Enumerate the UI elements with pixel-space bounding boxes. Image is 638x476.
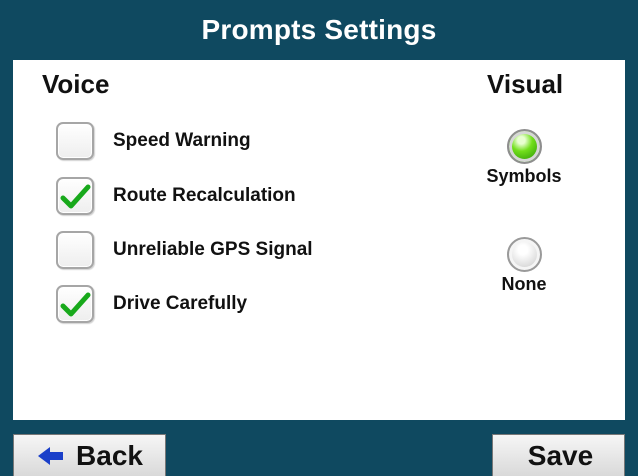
save-button-label: Save: [527, 439, 594, 471]
page-title: Prompts Settings: [201, 14, 437, 45]
save-button[interactable]: Save: [492, 434, 625, 476]
symbols-radio-button[interactable]: [506, 129, 542, 164]
symbols-label: Symbols: [486, 166, 562, 186]
checkmark-icon: [60, 184, 91, 208]
none-radio-button[interactable]: [506, 237, 542, 272]
checkmark-icon: [60, 292, 91, 316]
drive-carefully-label: Drive Carefully: [113, 292, 248, 314]
prompts-settings-screen: Prompts Settings Voice Visual Speed Warn…: [0, 0, 638, 476]
left-arrow-icon: [38, 446, 64, 465]
drive-carefully-option[interactable]: Drive Carefully: [56, 281, 247, 326]
speed-warning-option[interactable]: Speed Warning: [56, 118, 251, 163]
voice-section-title: Voice: [42, 69, 110, 99]
unreliable-gps-signal-checkbox[interactable]: [56, 230, 94, 269]
unreliable-gps-signal-label: Unreliable GPS Signal: [113, 238, 313, 260]
visual-section-title: Visual: [487, 69, 564, 99]
speed-warning-checkbox[interactable]: [56, 121, 94, 160]
none-label: None: [501, 274, 547, 294]
none-radio-option[interactable]: None: [475, 237, 573, 295]
route-recalculation-checkbox[interactable]: [56, 176, 94, 215]
speed-warning-label: Speed Warning: [113, 129, 251, 151]
route-recalculation-label: Route Recalculation: [113, 184, 296, 206]
unreliable-gps-signal-option[interactable]: Unreliable GPS Signal: [56, 227, 313, 272]
symbols-radio-option[interactable]: Symbols: [475, 129, 573, 187]
route-recalculation-option[interactable]: Route Recalculation: [56, 173, 296, 218]
back-button[interactable]: Back: [13, 434, 166, 476]
settings-panel: Voice Visual Speed Warning Route Recalcu…: [13, 60, 625, 420]
drive-carefully-checkbox[interactable]: [56, 284, 94, 323]
back-button-label: Back: [76, 439, 143, 471]
